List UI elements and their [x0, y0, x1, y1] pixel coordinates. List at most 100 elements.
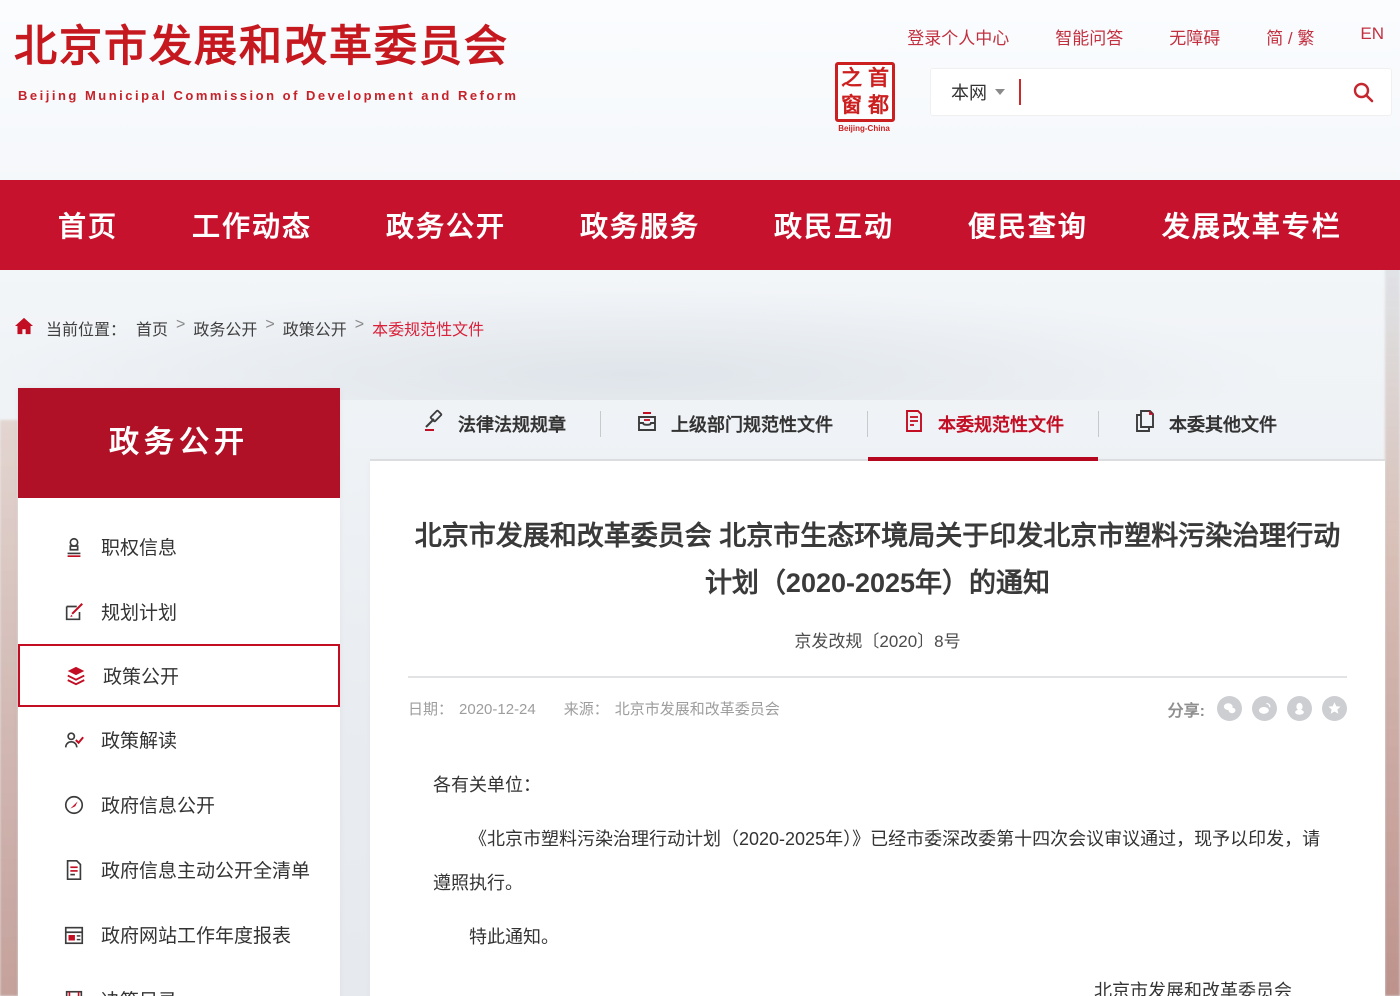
article-title: 北京市发展和改革委员会 北京市生态环境局关于印发北京市塑料污染治理行动计划（20… — [408, 513, 1347, 607]
breadcrumb-separator: > — [176, 316, 185, 334]
sidebar-list: 职权信息 规划计划 政策公开 — [18, 498, 340, 996]
seal-char: 首 — [865, 65, 892, 92]
search-bar: 本网 — [930, 68, 1392, 116]
sidebar-item-policy-interpretation[interactable]: 政策解读 — [18, 707, 340, 772]
divider — [408, 676, 1347, 678]
top-utility-links: 登录个人中心 智能问答 无障碍 简 / 繁 EN — [907, 24, 1384, 49]
article-paragraph: 《北京市塑料污染治理行动计划（2020-2025年）》已经市委深改委第十四次会议… — [433, 817, 1322, 905]
article-source: 北京市发展和改革委员会 — [615, 701, 780, 718]
article-salutation: 各有关单位： — [433, 763, 1322, 807]
tab-label: 法律法规规章 — [458, 411, 566, 437]
weibo-icon[interactable] — [1252, 696, 1277, 721]
main-area: 政务公开 职权信息 规划计划 — [18, 388, 1400, 996]
seal-char: 都 — [865, 92, 892, 119]
tab-superior-normative-docs[interactable]: 上级部门规范性文件 — [601, 388, 867, 459]
edit-doc-icon — [62, 601, 86, 623]
article-body: 各有关单位： 《北京市塑料污染治理行动计划（2020-2025年）》已经市委深改… — [408, 763, 1347, 996]
star-icon[interactable] — [1322, 696, 1347, 721]
sidebar: 政务公开 职权信息 规划计划 — [18, 388, 340, 996]
tab-commission-normative-docs[interactable]: 本委规范性文件 — [868, 388, 1098, 459]
background-left-decoration — [0, 420, 18, 996]
site-logo-title: 北京市发展和改革委员会 — [14, 12, 509, 74]
nav-item-public-interaction[interactable]: 政民互动 — [774, 205, 894, 245]
article-meta: 日期：2020-12-24来源：北京市发展和改革委员会 分享: — [408, 696, 1347, 721]
nav-item-reform-column[interactable]: 发展改革专栏 — [1162, 205, 1342, 245]
article-signature: 北京市发展和改革委员会 — [433, 969, 1322, 996]
sidebar-item-planning[interactable]: 规划计划 — [18, 579, 340, 644]
sidebar-item-authority-info[interactable]: 职权信息 — [18, 514, 340, 579]
compass-icon — [62, 794, 86, 816]
site-logo-subtitle: Beijing Municipal Commission of Developm… — [18, 88, 519, 103]
sidebar-item-gov-info-disclosure[interactable]: 政府信息公开 — [18, 772, 340, 837]
tab-laws-regulations[interactable]: 法律法规规章 — [388, 388, 600, 459]
accessibility-link[interactable]: 无障碍 — [1169, 24, 1220, 49]
document-list-icon — [62, 859, 86, 881]
wechat-icon[interactable] — [1217, 696, 1242, 721]
sidebar-item-label: 规划计划 — [101, 598, 177, 625]
nav-item-gov-services[interactable]: 政务服务 — [580, 205, 700, 245]
nav-item-gov-affairs[interactable]: 政务公开 — [386, 205, 506, 245]
sidebar-item-label: 职权信息 — [101, 533, 177, 560]
tab-label: 本委规范性文件 — [938, 411, 1064, 437]
sidebar-item-label: 政府网站工作年度报表 — [101, 921, 291, 948]
sidebar-item-label: 政府信息主动公开全清单 — [101, 856, 310, 883]
search-input[interactable] — [1021, 71, 1351, 113]
sidebar-item-label: 政府信息公开 — [101, 791, 215, 818]
breadcrumb: 当前位置： 首页 > 政务公开 > 政策公开 > 本委规范性文件 — [0, 270, 1400, 388]
sidebar-item-website-annual-report[interactable]: 政府网站工作年度报表 — [18, 902, 340, 967]
document-number: 京发改规〔2020〕8号 — [408, 627, 1347, 652]
main-navigation: 首页 工作动态 政务公开 政务服务 政民互动 便民查询 发展改革专栏 — [0, 180, 1400, 270]
sidebar-item-label: 决策目录 — [101, 986, 177, 996]
sidebar-item-decision-catalog[interactable]: 决策目录 — [18, 967, 340, 996]
inbox-icon — [635, 409, 659, 438]
sidebar-item-policy-disclosure[interactable]: 政策公开 — [18, 644, 340, 707]
sidebar-item-proactive-disclosure-list[interactable]: 政府信息主动公开全清单 — [18, 837, 340, 902]
qq-icon[interactable] — [1287, 696, 1312, 721]
chevron-down-icon — [995, 89, 1005, 95]
nav-item-convenient-query[interactable]: 便民查询 — [968, 205, 1088, 245]
simplified-traditional-link[interactable]: 简 / 繁 — [1266, 24, 1314, 49]
tab-commission-other-docs[interactable]: 本委其他文件 — [1099, 388, 1311, 459]
content-column: 法律法规规章 上级部门规范性文件 本委规范性文件 — [370, 388, 1385, 996]
share-label: 分享: — [1168, 697, 1205, 721]
login-link[interactable]: 登录个人中心 — [907, 24, 1009, 49]
sidebar-item-label: 政策公开 — [103, 662, 179, 689]
site-header: 北京市发展和改革委员会 Beijing Municipal Commission… — [0, 0, 1400, 180]
breadcrumb-current[interactable]: 本委规范性文件 — [372, 316, 484, 340]
tab-label: 上级部门规范性文件 — [671, 411, 833, 437]
home-icon[interactable] — [14, 317, 34, 335]
sidebar-title: 政务公开 — [18, 388, 340, 498]
page: 北京市发展和改革委员会 Beijing Municipal Commission… — [0, 0, 1400, 996]
gavel-icon — [422, 409, 446, 438]
smart-qa-link[interactable]: 智能问答 — [1055, 24, 1123, 49]
category-tabs: 法律法规规章 上级部门规范性文件 本委规范性文件 — [370, 388, 1385, 461]
search-scope-label: 本网 — [951, 79, 987, 105]
capital-window-seal[interactable]: 之 首 窗 都 Beijing-China — [835, 62, 893, 133]
english-link[interactable]: EN — [1360, 24, 1384, 49]
breadcrumb-separator: > — [355, 316, 364, 334]
source-label: 来源： — [564, 701, 609, 718]
seal-caption: Beijing-China — [835, 124, 893, 133]
report-calendar-icon — [62, 924, 86, 946]
seal-logo-icon: 之 首 窗 都 — [835, 62, 895, 122]
breadcrumb-home[interactable]: 首页 — [136, 316, 168, 340]
search-scope-dropdown[interactable]: 本网 — [931, 79, 1019, 105]
breadcrumb-label: 当前位置： — [46, 316, 126, 340]
article-meta-left: 日期：2020-12-24来源：北京市发展和改革委员会 — [408, 698, 786, 719]
nav-item-home[interactable]: 首页 — [58, 205, 118, 245]
red-document-icon — [902, 409, 926, 438]
breadcrumb-gov-affairs[interactable]: 政务公开 — [193, 316, 257, 340]
nav-item-work-dynamics[interactable]: 工作动态 — [192, 205, 312, 245]
date-label: 日期： — [408, 701, 453, 718]
stamp-icon — [62, 536, 86, 558]
file-copy-icon — [1133, 409, 1157, 438]
search-icon[interactable] — [1351, 80, 1375, 104]
share-bar: 分享: — [1168, 696, 1347, 721]
breadcrumb-separator: > — [265, 316, 274, 334]
article-paragraph: 特此通知。 — [433, 915, 1322, 959]
article-panel: 北京市发展和改革委员会 北京市生态环境局关于印发北京市塑料污染治理行动计划（20… — [370, 461, 1385, 996]
breadcrumb-policy[interactable]: 政策公开 — [283, 316, 347, 340]
layers-icon — [64, 665, 88, 687]
sidebar-item-label: 政策解读 — [101, 726, 177, 753]
seal-char: 窗 — [838, 92, 865, 119]
